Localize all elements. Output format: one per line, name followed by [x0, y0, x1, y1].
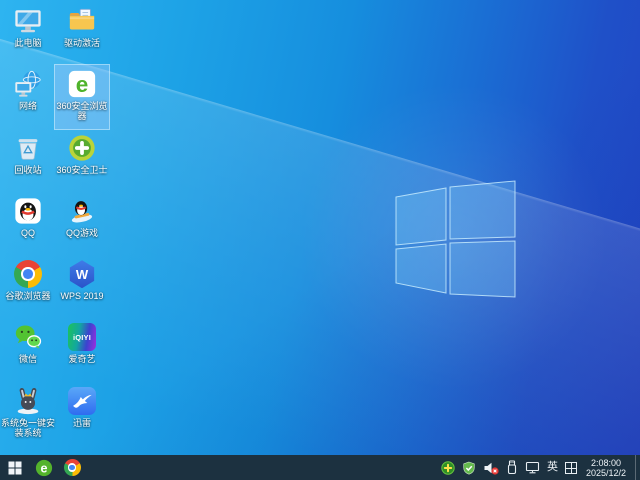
desktop-icon-wechat[interactable]: 微信 — [1, 318, 55, 381]
computer-icon — [13, 6, 43, 36]
desktop-icon-label: 360安全卫士 — [56, 164, 108, 175]
desktop-icon-qq-games[interactable]: QQ游戏 — [55, 192, 109, 255]
taskbar-clock[interactable]: 2:08:00 2025/12/2 — [584, 458, 628, 478]
wechat-bubbles-icon — [13, 322, 43, 352]
start-button[interactable] — [0, 455, 30, 480]
desktop-icon-label: QQ — [20, 227, 35, 238]
taskbar: e 英 2:08:00 2025/12/2 — [0, 455, 640, 480]
desktop-icon-label: WPS 2019 — [60, 291, 104, 302]
desktop-icon-label: 谷歌浏览器 — [5, 291, 51, 302]
tray-volume-muted-icon[interactable] — [483, 461, 499, 475]
desktop-icon-iqiyi[interactable]: iQIYI 爱奇艺 — [55, 318, 109, 381]
recycle-bin-icon — [13, 133, 43, 163]
network-globe-icon — [13, 69, 43, 99]
desktop-icon-wps[interactable]: W WPS 2019 — [55, 255, 109, 318]
browser-e-icon: e — [35, 459, 53, 476]
wps-letter: W — [75, 266, 89, 282]
ime-icon[interactable] — [564, 461, 577, 474]
qq-penguin-icon — [13, 196, 43, 226]
desktop-icon-360-browser[interactable]: e 360安全浏览器 — [54, 64, 110, 130]
screen: 此电脑 驱动激活 网络 e 360安全浏览器 回收站 360安全卫士 QQ QQ… — [0, 0, 640, 480]
svg-text:e: e — [40, 461, 47, 475]
desktop-icon-360-safeguard[interactable]: 360安全卫士 — [55, 129, 109, 192]
date-text: 2025/12/2 — [585, 467, 626, 478]
desktop-icon-label: 回收站 — [14, 164, 42, 175]
desktop-icon-chrome[interactable]: 谷歌浏览器 — [1, 255, 55, 318]
desktop-icon-label: 驱动激活 — [63, 38, 100, 48]
desktop-icon-label: 爱奇艺 — [68, 354, 96, 365]
desktop-icon-label: QQ游戏 — [65, 227, 98, 238]
desktop-icon-label: 微信 — [18, 354, 37, 365]
desktop-icon-xunlei[interactable]: 迅雷 — [55, 382, 109, 445]
chrome-icon — [63, 459, 81, 476]
wps-hexagon-icon: W — [67, 259, 97, 289]
iqiyi-logo-icon: iQIYI — [67, 322, 97, 352]
desktop-icon-label: 360安全浏览器 — [56, 101, 108, 122]
folder-icon — [67, 6, 97, 36]
tray-security-shield-icon[interactable] — [462, 461, 476, 475]
desktop-icon-qq[interactable]: QQ — [1, 192, 55, 255]
browser-e-icon: e — [67, 69, 97, 99]
desktop-icon-label: 迅雷 — [72, 417, 91, 428]
rabbit-mascot-icon — [13, 386, 43, 416]
show-desktop-button[interactable] — [635, 455, 640, 480]
tray-network-icon[interactable] — [525, 461, 540, 474]
desktop: 此电脑 驱动激活 网络 e 360安全浏览器 回收站 360安全卫士 QQ QQ… — [0, 0, 640, 455]
desktop-icon-recycle-bin[interactable]: 回收站 — [1, 129, 55, 192]
desktop-icon-label: 系统兔一键安装系统 — [0, 417, 55, 438]
desktop-icon-network[interactable]: 网络 — [1, 65, 55, 128]
tray-usb-icon[interactable] — [506, 460, 518, 475]
tray-360-icon[interactable] — [441, 460, 455, 475]
svg-text:e: e — [76, 72, 89, 97]
language-indicator[interactable]: 英 — [547, 455, 558, 480]
time-text: 2:08:00 — [590, 457, 621, 468]
xunlei-bird-icon — [67, 386, 97, 416]
desktop-icon-system-rabbit[interactable]: 系统兔一键安装系统 — [1, 382, 55, 445]
chrome-icon — [13, 259, 43, 289]
system-tray: 英 2:08:00 2025/12/2 — [441, 455, 640, 480]
desktop-icon-label: 网络 — [18, 101, 37, 112]
taskbar-app-chrome[interactable] — [58, 455, 86, 480]
taskbar-app-360-browser[interactable]: e — [30, 455, 58, 480]
desktop-icon-this-pc[interactable]: 此电脑 — [1, 2, 55, 65]
desktop-icon-driver-activation[interactable]: 驱动激活 — [55, 2, 109, 65]
qq-game-penguin-icon — [67, 196, 97, 226]
desktop-icon-label: 此电脑 — [14, 38, 42, 48]
windows-logo-icon — [8, 461, 22, 474]
safety-cross-icon — [67, 133, 97, 163]
desktop-icon-grid: 此电脑 驱动激活 网络 e 360安全浏览器 回收站 360安全卫士 QQ QQ… — [1, 2, 110, 445]
iqiyi-wordmark: iQIYI — [72, 332, 92, 342]
